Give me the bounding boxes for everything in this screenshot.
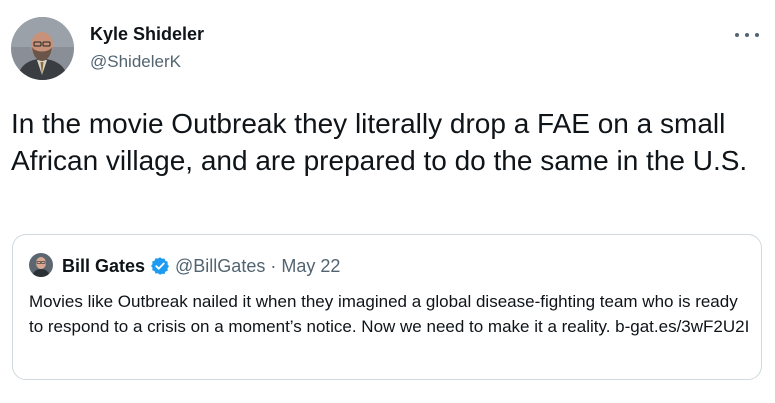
dot (735, 33, 739, 37)
author-avatar[interactable] (11, 17, 74, 80)
author-handle[interactable]: @ShidelerK (90, 52, 181, 72)
quoted-author-avatar[interactable] (29, 253, 53, 277)
quoted-author-handle: @BillGates (175, 256, 266, 276)
dot (755, 33, 759, 37)
author-name[interactable]: Kyle Shideler (90, 24, 204, 45)
dot (745, 33, 749, 37)
tweet-card: Kyle Shideler @ShidelerK In the movie Ou… (0, 0, 775, 403)
quoted-author-name: Bill Gates (62, 256, 146, 276)
quoted-tweet-header: Bill Gates @BillGates · May 22 (62, 255, 340, 277)
quoted-tweet-text: Movies like Outbreak nailed it when they… (29, 292, 750, 336)
quoted-tweet[interactable]: Bill Gates @BillGates · May 22 Movies li… (12, 234, 762, 380)
separator-dot: · (270, 256, 277, 276)
verified-badge-icon (150, 256, 170, 276)
more-options-icon[interactable] (735, 28, 759, 42)
quoted-tweet-date[interactable]: May 22 (281, 255, 340, 277)
tweet-text: In the movie Outbreak they literally dro… (11, 108, 748, 176)
